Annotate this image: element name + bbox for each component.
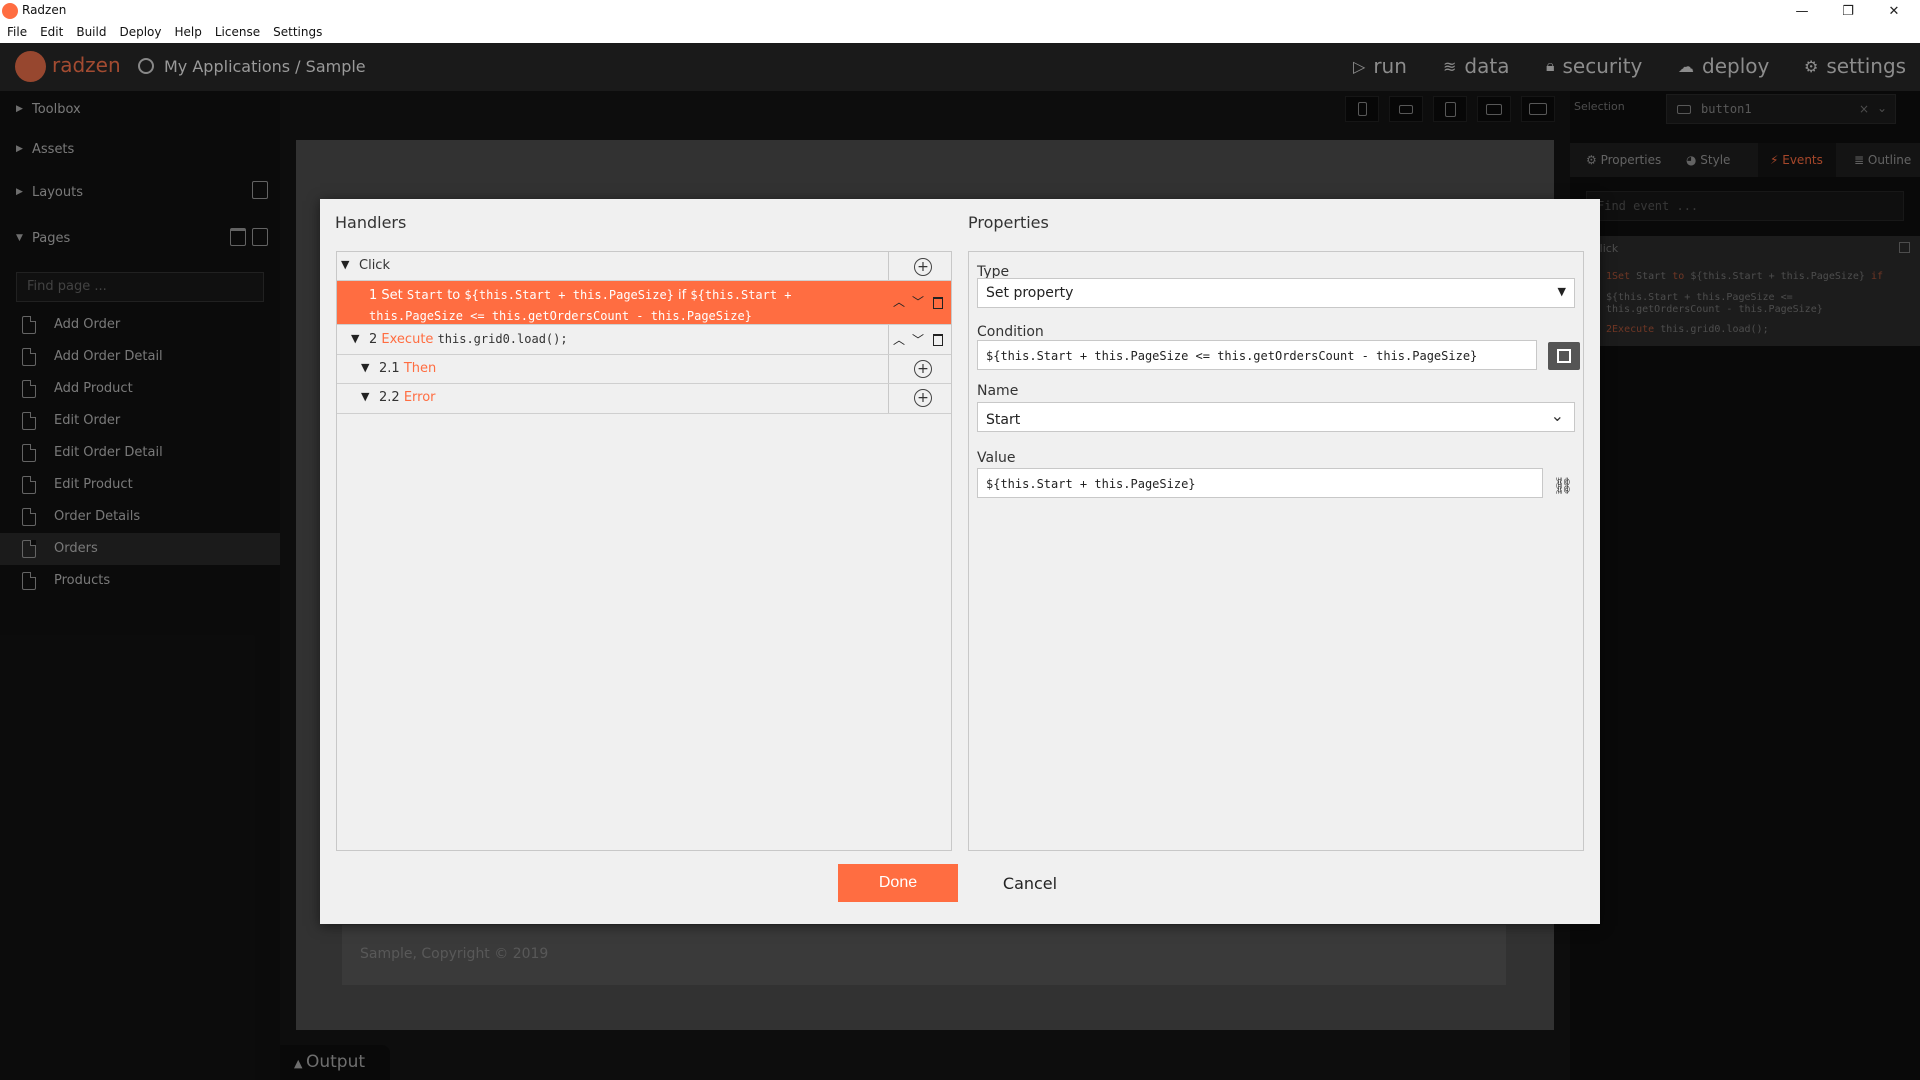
add-error-action-button[interactable]: + — [914, 389, 932, 407]
window-title: Radzen — [22, 3, 67, 17]
gear-icon: ⚙ — [1804, 56, 1819, 76]
handler-item-1[interactable]: 1 Set Start to ${this.Start + this.PageS… — [337, 281, 951, 325]
menu-help[interactable]: Help — [168, 22, 208, 43]
menu-settings[interactable]: Settings — [266, 22, 328, 43]
move-down-icon[interactable]: ﹀ — [912, 331, 924, 348]
nav-data[interactable]: ≋ data — [1443, 54, 1509, 78]
delete-action-icon[interactable] — [933, 334, 943, 346]
nav-security[interactable]: 🔒︎ security — [1546, 54, 1642, 78]
add-then-action-button[interactable]: + — [914, 360, 932, 378]
chevron-down-icon: ⌄ — [1550, 406, 1564, 425]
menu-edit[interactable]: Edit — [33, 22, 69, 43]
move-up-icon[interactable]: ︿ — [893, 331, 905, 348]
radzen-brand-icon — [15, 51, 46, 82]
condition-input[interactable]: ${this.Start + this.PageSize <= this.get… — [977, 340, 1537, 370]
handler-event-click[interactable]: ▼ Click + — [337, 252, 951, 281]
nav-run[interactable]: ▷ run — [1353, 54, 1407, 78]
handler-item-2-2-error[interactable]: ▼ 2.2 Error + — [337, 384, 951, 414]
caret-down-icon: ▼ — [361, 390, 370, 403]
title-bar: Radzen — ❐ ✕ — [0, 0, 1920, 22]
menu-bar: File Edit Build Deploy Help License Sett… — [0, 22, 1920, 43]
name-label: Name — [977, 383, 1019, 399]
handlers-title: Handlers — [335, 213, 407, 232]
event-handlers-dialog: Handlers Properties ▼ Click + 1 Set Star… — [320, 199, 1600, 924]
dropdown-arrow-icon: ▼ — [1557, 285, 1566, 298]
move-up-icon[interactable]: ︿ — [893, 293, 905, 310]
external-link-icon — [1557, 349, 1571, 363]
properties-panel: Type Set property ▼ Condition ${this.Sta… — [968, 251, 1584, 851]
applications-icon — [138, 58, 154, 74]
close-window-button[interactable]: ✕ — [1872, 0, 1916, 22]
database-icon: ≋ — [1443, 56, 1457, 76]
name-select[interactable]: Start ⌄ — [977, 402, 1575, 432]
minimize-button[interactable]: — — [1780, 0, 1824, 22]
link-icon[interactable]: ⛓ — [1553, 476, 1573, 495]
move-down-icon[interactable]: ﹀ — [912, 293, 924, 310]
menu-deploy[interactable]: Deploy — [112, 22, 167, 43]
menu-license[interactable]: License — [208, 22, 266, 43]
type-select[interactable]: Set property ▼ — [977, 278, 1575, 308]
value-input[interactable]: ${this.Start + this.PageSize} — [977, 468, 1543, 498]
radzen-logo-icon — [2, 3, 18, 19]
add-action-button[interactable]: + — [914, 258, 932, 276]
nav-settings[interactable]: ⚙ settings — [1804, 54, 1906, 78]
caret-down-icon: ▼ — [341, 258, 350, 271]
condition-label: Condition — [977, 324, 1044, 340]
nav-deploy[interactable]: ☁ deploy — [1678, 54, 1769, 78]
done-button[interactable]: Done — [838, 864, 958, 902]
handlers-tree: ▼ Click + 1 Set Start to ${this.Start + … — [336, 251, 952, 851]
lock-icon: 🔒︎ — [1546, 56, 1555, 75]
value-label: Value — [977, 450, 1016, 466]
caret-down-icon: ▼ — [361, 361, 370, 374]
cancel-button[interactable]: Cancel — [980, 864, 1080, 902]
menu-build[interactable]: Build — [69, 22, 112, 43]
caret-down-icon: ▼ — [351, 332, 360, 345]
play-icon: ▷ — [1353, 56, 1366, 76]
cloud-icon: ☁ — [1678, 56, 1694, 76]
properties-title: Properties — [968, 213, 1049, 232]
breadcrumb[interactable]: My Applications / Sample — [164, 57, 366, 76]
restore-button[interactable]: ❐ — [1826, 0, 1870, 22]
menu-file[interactable]: File — [0, 22, 33, 43]
delete-action-icon[interactable] — [933, 297, 943, 309]
open-expression-editor-button[interactable] — [1548, 342, 1580, 370]
handler-item-2-1-then[interactable]: ▼ 2.1 Then + — [337, 355, 951, 384]
brand-name[interactable]: radzen — [52, 53, 121, 77]
handler-item-2[interactable]: ▼ 2 Execute this.grid0.load(); ︿ ﹀ — [337, 325, 951, 355]
app-header: radzen My Applications / Sample ▷ run ≋ da… — [0, 43, 1920, 91]
